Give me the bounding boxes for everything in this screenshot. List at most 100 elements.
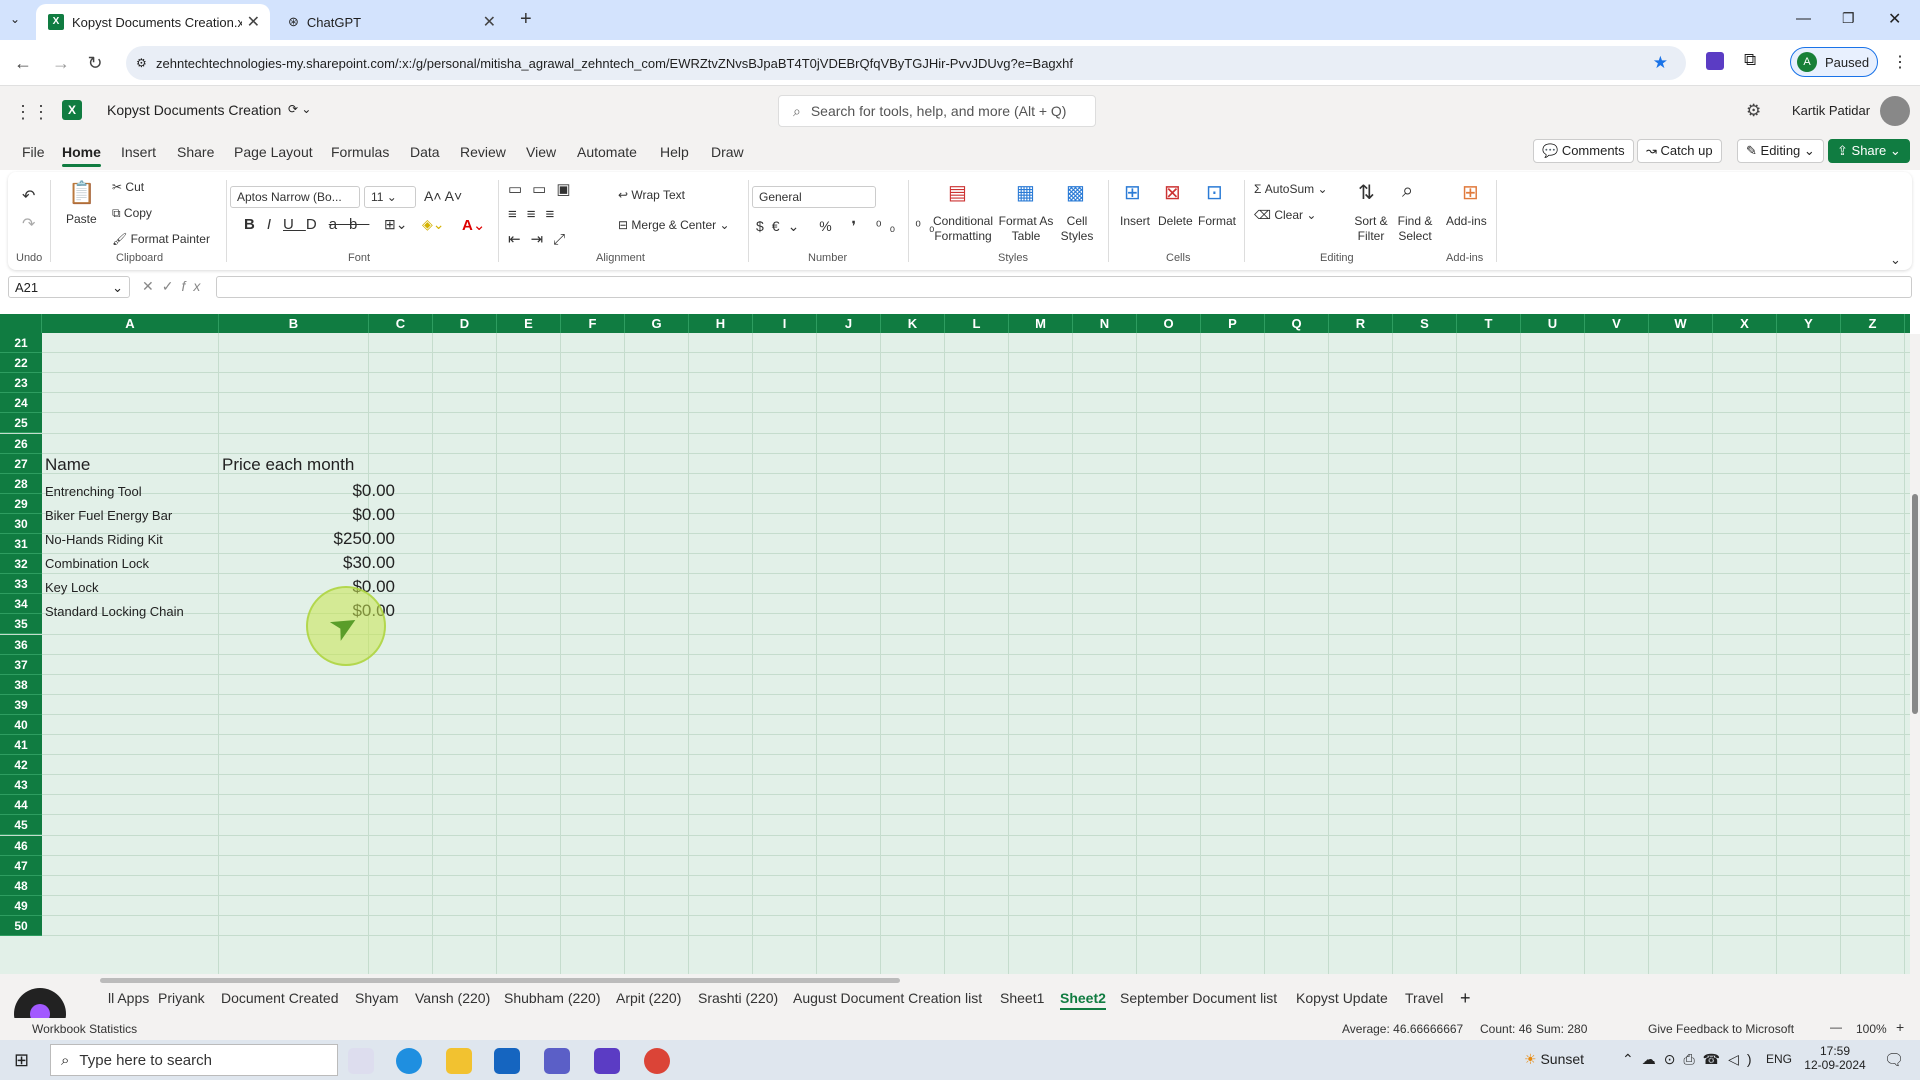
number-format-buttons[interactable]: $€⌄ % ❜ ⁰₀ ⁰₀ — [756, 218, 943, 235]
tab-view[interactable]: View — [526, 144, 556, 160]
column-header-i[interactable]: I — [753, 314, 817, 333]
clock[interactable]: 17:59 12-09-2024 — [1800, 1044, 1870, 1072]
row-header-26[interactable]: 26 — [0, 433, 42, 454]
row-header-27[interactable]: 27 — [0, 453, 42, 474]
app-launcher-icon[interactable]: ⋮⋮ — [14, 102, 50, 123]
site-info-icon[interactable]: ⚙ — [136, 56, 147, 70]
row-header-46[interactable]: 46 — [0, 835, 42, 856]
vertical-align-buttons[interactable]: ▭▭▣ — [508, 180, 581, 198]
column-header-t[interactable]: T — [1457, 314, 1521, 333]
row-header-29[interactable]: 29 — [0, 493, 42, 514]
tab-formulas[interactable]: Formulas — [331, 144, 389, 160]
borders-icon[interactable]: ⊞⌄ — [384, 216, 407, 233]
task-view-icon[interactable] — [348, 1048, 374, 1074]
insert-cells-button[interactable]: Insert — [1120, 214, 1150, 228]
item-name-cell[interactable]: Key Lock — [45, 580, 98, 595]
delete-cells-button[interactable]: Delete — [1158, 214, 1193, 228]
row-header-47[interactable]: 47 — [0, 855, 42, 876]
reload-icon[interactable]: ↻ — [82, 50, 108, 76]
mail-icon[interactable] — [494, 1048, 520, 1074]
file-name[interactable]: Kopyst Documents Creation — [107, 102, 281, 118]
column-header-w[interactable]: W — [1649, 314, 1713, 333]
row-header-21[interactable]: 21 — [0, 333, 42, 353]
undo-icon[interactable]: ↶ — [22, 186, 35, 206]
item-price-cell[interactable]: $250.00 — [219, 529, 395, 549]
column-header-q[interactable]: Q — [1265, 314, 1329, 333]
browser-tab-chatgpt[interactable]: ⊛ ChatGPT ✕ — [276, 4, 506, 40]
row-header-40[interactable]: 40 — [0, 714, 42, 735]
search-box[interactable]: ⌕ Search for tools, help, and more (Alt … — [778, 95, 1096, 127]
column-header-d[interactable]: D — [433, 314, 497, 333]
column-header-g[interactable]: G — [625, 314, 689, 333]
row-header-34[interactable]: 34 — [0, 594, 42, 615]
font-color-icon[interactable]: A⌄ — [462, 216, 485, 234]
row-header-31[interactable]: 31 — [0, 534, 42, 554]
row-header-30[interactable]: 30 — [0, 513, 42, 534]
wrap-text-button[interactable]: ↩ Wrap Text — [618, 188, 685, 202]
addins-button[interactable]: Add-ins — [1446, 214, 1487, 228]
font-size-select[interactable]: 11 ⌄ — [364, 186, 416, 208]
tab-home[interactable]: Home — [62, 144, 101, 167]
column-header-r[interactable]: R — [1329, 314, 1393, 333]
fill-color-icon[interactable]: ◈⌄ — [422, 216, 445, 233]
column-header-b[interactable]: B — [219, 314, 369, 333]
number-format-select[interactable]: General — [752, 186, 876, 208]
weather-widget[interactable]: ☀ Sunset — [1524, 1051, 1584, 1068]
sheet-tab[interactable]: Shyam — [355, 990, 399, 1006]
catch-up-button[interactable]: ↝ Catch up — [1637, 139, 1722, 163]
copy-button[interactable]: ⧉ Copy — [112, 206, 152, 221]
format-cells-icon[interactable]: ⊡ — [1206, 180, 1223, 205]
sheet-tab[interactable]: ll Apps — [108, 990, 149, 1006]
close-icon[interactable]: ✕ — [247, 12, 260, 32]
browser-tab-excel[interactable]: X Kopyst Documents Creation.xls ✕ — [36, 4, 270, 40]
editing-mode-button[interactable]: ✎ Editing ⌄ — [1737, 139, 1824, 163]
tab-list-icon[interactable]: ⌄ — [10, 12, 20, 26]
merge-center-button[interactable]: ⊟ Merge & Center ⌄ — [618, 218, 730, 232]
find-select-icon[interactable]: ⌕ — [1402, 180, 1413, 203]
item-name-cell[interactable]: Combination Lock — [45, 556, 149, 571]
column-header-l[interactable]: L — [945, 314, 1009, 333]
item-name-cell[interactable]: Standard Locking Chain — [45, 604, 184, 619]
column-header-f[interactable]: F — [561, 314, 625, 333]
sheet-tab[interactable]: Document Created — [221, 990, 339, 1006]
row-header-24[interactable]: 24 — [0, 393, 42, 414]
item-name-cell[interactable]: No-Hands Riding Kit — [45, 532, 163, 547]
zoom-level[interactable]: 100% — [1856, 1022, 1887, 1036]
sheet-tab[interactable]: Sheet1 — [1000, 990, 1044, 1006]
row-header-48[interactable]: 48 — [0, 875, 42, 896]
comments-button[interactable]: 💬 Comments — [1533, 139, 1634, 163]
redo-icon[interactable]: ↷ — [22, 214, 35, 234]
column-header-h[interactable]: H — [689, 314, 753, 333]
row-header-35[interactable]: 35 — [0, 614, 42, 635]
edge-icon[interactable] — [396, 1048, 422, 1074]
item-price-cell[interactable]: $0.00 — [219, 481, 395, 501]
taskbar-search[interactable]: ⌕ Type here to search — [50, 1044, 338, 1076]
close-window-icon[interactable]: ✕ — [1888, 9, 1901, 29]
language-indicator[interactable]: ENG — [1766, 1052, 1792, 1066]
row-header-38[interactable]: 38 — [0, 674, 42, 695]
sheet-tab[interactable]: Arpit (220) — [616, 990, 681, 1006]
horizontal-scrollbar[interactable] — [100, 978, 900, 983]
tab-review[interactable]: Review — [460, 144, 506, 160]
column-header-v[interactable]: V — [1585, 314, 1649, 333]
feedback-link[interactable]: Give Feedback to Microsoft — [1648, 1022, 1794, 1036]
collapse-ribbon-icon[interactable]: ⌄ — [1890, 252, 1901, 268]
select-all-corner[interactable] — [0, 314, 42, 333]
item-price-cell[interactable]: $0.00 — [219, 505, 395, 525]
column-header-j[interactable]: J — [817, 314, 881, 333]
teams-icon[interactable] — [544, 1048, 570, 1074]
user-avatar[interactable] — [1880, 96, 1910, 126]
column-header-z[interactable]: Z — [1841, 314, 1905, 333]
power-automate-icon[interactable] — [594, 1048, 620, 1074]
row-header-22[interactable]: 22 — [0, 353, 42, 374]
sheet-tab[interactable]: Shubham (220) — [504, 990, 601, 1006]
workbook-statistics[interactable]: Workbook Statistics — [32, 1022, 137, 1036]
row-header-43[interactable]: 43 — [0, 775, 42, 796]
tab-page-layout[interactable]: Page Layout — [234, 144, 313, 160]
minimize-icon[interactable]: — — [1796, 10, 1811, 27]
format-as-table-button[interactable]: Format As Table — [996, 214, 1056, 244]
column-header-m[interactable]: M — [1009, 314, 1073, 333]
sheet-tab[interactable]: Vansh (220) — [415, 990, 490, 1006]
format-painter-button[interactable]: 🖌 Format Painter — [112, 232, 210, 246]
row-header-50[interactable]: 50 — [0, 915, 42, 936]
